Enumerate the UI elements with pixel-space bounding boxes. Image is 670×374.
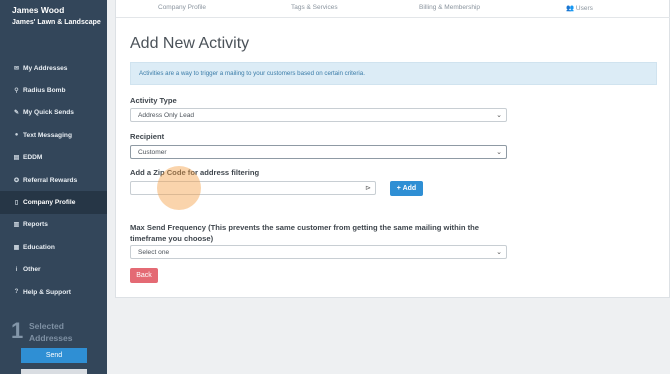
max-send-frequency-label: Max Send Frequency (This prevents the sa… [130, 223, 479, 243]
sidebar-item-label: Text Messaging [23, 131, 72, 139]
max-send-frequency-value: Select one [138, 249, 170, 256]
page-title: Add New Activity [130, 35, 250, 52]
chart-icon: ▥ [13, 222, 20, 229]
chat-bubble-icon: ● [14, 132, 19, 139]
sidebar-item-other[interactable]: i Other [0, 259, 107, 281]
tab-company-profile[interactable]: Company Profile [158, 4, 206, 11]
tab-billing-membership[interactable]: Billing & Membership [419, 4, 480, 11]
sidebar-item-label: Referral Rewards [23, 176, 78, 184]
send-button[interactable]: Send [21, 348, 87, 363]
sidebar-item-referral-rewards[interactable]: ✪ Referral Rewards [0, 169, 107, 191]
info-alert-text: Activities are a way to trigger a mailin… [139, 70, 365, 77]
envelope-icon: ✉ [13, 65, 20, 72]
institution-icon: ▦ [13, 244, 20, 251]
sidebar-item-label: Company Profile [23, 199, 76, 207]
sidebar-item-label: Radius Bomb [23, 87, 66, 95]
sidebar-item-my-addresses[interactable]: ✉ My Addresses [0, 57, 107, 79]
document-icon: ▯ [14, 200, 19, 207]
sidebar-item-label: My Addresses [23, 64, 68, 72]
postal-icon: ▤ [13, 155, 20, 162]
chevron-down-icon: ⌄ [496, 149, 502, 156]
selected-count: 1 [11, 318, 24, 343]
sidebar-item-label: Help & Support [23, 288, 71, 296]
recipient-value: Customer [138, 149, 167, 156]
sidebar-item-label: Other [23, 266, 41, 274]
question-icon: ? [14, 289, 19, 296]
sidebar-item-label: My Quick Sends [23, 109, 74, 117]
sidebar-item-help-support[interactable]: ? Help & Support [0, 281, 107, 303]
zip-code-input[interactable]: ⊳ [130, 181, 376, 195]
sidebar-item-label: EDDM [23, 154, 43, 162]
business-name: James' Lawn & Landscape [12, 19, 101, 26]
sidebar-item-reports[interactable]: ▥ Reports [0, 214, 107, 236]
info-alert: Activities are a way to trigger a mailin… [130, 62, 657, 85]
activity-type-select[interactable]: Address Only Lead ⌄ [130, 108, 507, 122]
recipient-select[interactable]: Customer ⌄ [130, 145, 507, 159]
sidebar-item-text-messaging[interactable]: ● Text Messaging [0, 124, 107, 146]
zip-code-label: Add a Zip Code for address filtering [130, 168, 260, 177]
sidebar-bottom-button[interactable] [21, 369, 87, 374]
users-icon: 👥 [566, 5, 575, 12]
add-zip-button[interactable]: + Add [390, 181, 423, 196]
user-name: James Wood [12, 5, 65, 15]
info-icon: i [15, 266, 18, 273]
sidebar-item-my-quick-sends[interactable]: ✎ My Quick Sends [0, 102, 107, 124]
profile-tabs: Company Profile Tags & Services Billing … [116, 0, 670, 18]
input-tag-icon: ⊳ [365, 185, 371, 192]
max-send-frequency-select[interactable]: Select one ⌄ [130, 245, 507, 259]
sidebar-nav: ✉ My Addresses ⚲ Radius Bomb ✎ My Quick Sends… [0, 57, 107, 303]
back-button[interactable]: Back [130, 268, 158, 283]
sidebar-item-education[interactable]: ▦ Education [0, 236, 107, 258]
map-pin-icon: ⚲ [14, 88, 19, 95]
selected-label: Selected Addresses [29, 321, 73, 343]
sidebar-item-radius-bomb[interactable]: ⚲ Radius Bomb [0, 79, 107, 101]
sidebar-item-company-profile[interactable]: ▯ Company Profile [0, 191, 107, 214]
activity-type-value: Address Only Lead [138, 112, 195, 119]
tab-users-label: Users [575, 5, 593, 12]
sidebar-item-eddm[interactable]: ▤ EDDM [0, 147, 107, 169]
sidebar-item-label: Education [23, 243, 55, 251]
recipient-label: Recipient [130, 132, 165, 141]
pin-icon: ✎ [13, 110, 20, 117]
rewards-icon: ✪ [13, 177, 20, 184]
tab-tags-services[interactable]: Tags & Services [291, 4, 338, 11]
tab-users[interactable]: 👥 Users [566, 4, 593, 12]
chevron-down-icon: ⌄ [496, 112, 502, 119]
chevron-down-icon: ⌄ [496, 249, 502, 256]
sidebar: James Wood James' Lawn & Landscape ✉ My A… [0, 0, 107, 374]
main-panel: Company Profile Tags & Services Billing … [115, 0, 670, 298]
sidebar-item-label: Reports [23, 221, 48, 229]
activity-type-label: Activity Type [130, 96, 177, 105]
